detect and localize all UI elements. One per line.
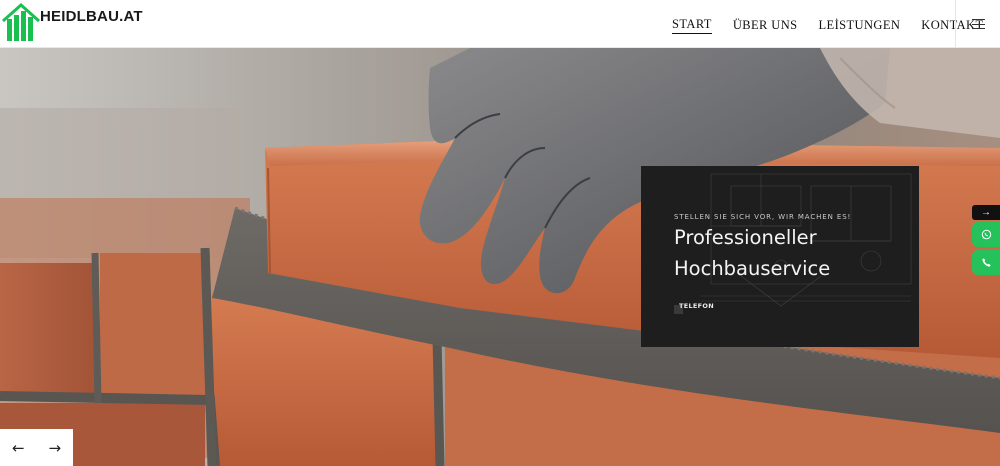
side-toggle-button[interactable]: → [972,205,1000,220]
hero-subtitle: STELLEN SIE SICH VOR, WIR MACHEN ES! [674,213,852,221]
arrow-left-icon: ← [11,438,25,457]
nav-ueber-uns[interactable]: ÜBER UNS [733,16,798,33]
arrow-right-icon: → [981,207,991,218]
whatsapp-button[interactable] [972,222,1000,247]
whatsapp-icon [981,229,991,240]
building-bars-logo-icon [2,3,40,41]
arrow-right-icon: → [48,438,62,457]
hamburger-icon [971,19,985,29]
site-header: HEIDLBAU.AT START ÜBER UNS LEİSTUNGEN KO… [0,0,1000,48]
slider-controls: ← → [0,429,73,466]
page: HEIDLBAU.AT START ÜBER UNS LEİSTUNGEN KO… [0,0,1000,466]
nav-start[interactable]: START [672,15,712,34]
slider-prev-button[interactable]: ← [0,429,37,466]
phone-button-label: TELEFON [679,302,714,310]
phone-button[interactable]: TELEFON [674,300,714,314]
phone-icon [981,258,991,267]
menu-button[interactable] [955,0,1000,48]
main-nav: START ÜBER UNS LEİSTUNGEN KONTAKT [660,0,1000,48]
slider-next-button[interactable]: → [37,429,74,466]
brand-name: HEIDLBAU.AT [40,7,143,25]
hero-title: Professioneller Hochbauservice [674,226,831,280]
call-button[interactable] [972,250,1000,275]
nav-leistungen[interactable]: LEİSTUNGEN [819,16,901,33]
logo[interactable]: HEIDLBAU.AT [2,3,143,43]
hero-caption: STELLEN SIE SICH VOR, WIR MACHEN ES! Pro… [641,166,919,347]
